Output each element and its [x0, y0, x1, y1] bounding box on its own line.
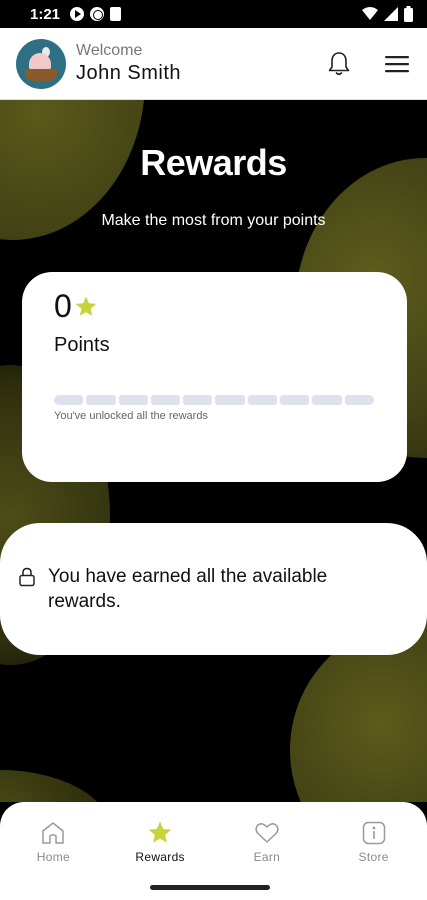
- home-gesture-handle[interactable]: [150, 885, 270, 890]
- star-icon: [75, 296, 96, 316]
- background-blob: [0, 770, 110, 802]
- earned-rewards-card: You have earned all the available reward…: [0, 523, 427, 655]
- star-icon: [148, 821, 172, 843]
- earned-rewards-message: You have earned all the available reward…: [48, 566, 328, 612]
- page-title: Rewards: [140, 142, 287, 183]
- points-value: 0: [54, 288, 72, 324]
- points-label: Points: [54, 334, 110, 356]
- points-card: 0 Points You've unlocked all the rewards: [22, 272, 407, 482]
- user-name: John Smith: [76, 62, 182, 84]
- progress-caption: You've unlocked all the rewards: [54, 410, 208, 422]
- heart-icon: [255, 823, 279, 843]
- nav-item-rewards[interactable]: Rewards: [107, 802, 214, 878]
- page-subtitle: Make the most from your points: [101, 212, 326, 229]
- welcome-label: Welcome: [76, 42, 143, 59]
- welcome-block: Welcome John Smith: [76, 41, 181, 86]
- avatar[interactable]: [16, 38, 66, 89]
- nav-item-home[interactable]: Home: [0, 802, 107, 878]
- gesture-bar: [0, 878, 427, 900]
- status-left: 1:21: [30, 5, 122, 23]
- lock-icon: [19, 567, 35, 587]
- rewards-screen: Rewards Make the most from your points 0…: [0, 100, 427, 802]
- nav-label: Earn: [253, 850, 281, 864]
- progress-segment: [247, 395, 278, 405]
- nav-label: Home: [36, 850, 70, 864]
- signal-icon: [384, 7, 398, 21]
- app-header: Welcome John Smith: [0, 28, 427, 100]
- play-icon: [70, 7, 85, 21]
- wifi-icon: [362, 7, 378, 20]
- progress-segment: [312, 395, 342, 405]
- header-actions: [325, 50, 411, 78]
- progress-segment: [86, 395, 116, 405]
- sd-card-icon: [110, 7, 122, 21]
- nav-item-earn[interactable]: Earn: [214, 802, 321, 878]
- progress-segment: [183, 395, 213, 405]
- nav-item-store[interactable]: Store: [320, 802, 427, 878]
- info-icon: [362, 821, 385, 845]
- progress-segment: [118, 395, 148, 405]
- points-row: 0: [54, 288, 375, 324]
- progress-segment: [54, 395, 84, 405]
- progress-segment: [150, 395, 181, 405]
- progress-segment: [344, 395, 374, 405]
- bottom-nav: Home Rewards Earn Store: [0, 802, 427, 878]
- menu-icon: [385, 55, 409, 72]
- menu-button[interactable]: [383, 50, 411, 78]
- notifications-button[interactable]: [325, 50, 353, 78]
- status-bar: 1:21: [0, 0, 427, 28]
- home-icon: [42, 822, 65, 844]
- battery-icon: [404, 6, 413, 22]
- status-right: [362, 6, 413, 22]
- nav-label: Store: [358, 850, 389, 864]
- bell-icon: [328, 51, 350, 75]
- rewards-progress-bar: [54, 395, 374, 405]
- progress-segment: [215, 395, 245, 405]
- nav-label: Rewards: [135, 850, 185, 864]
- globe-icon: [90, 7, 105, 21]
- progress-segment: [280, 395, 310, 405]
- status-time: 1:21: [30, 5, 61, 23]
